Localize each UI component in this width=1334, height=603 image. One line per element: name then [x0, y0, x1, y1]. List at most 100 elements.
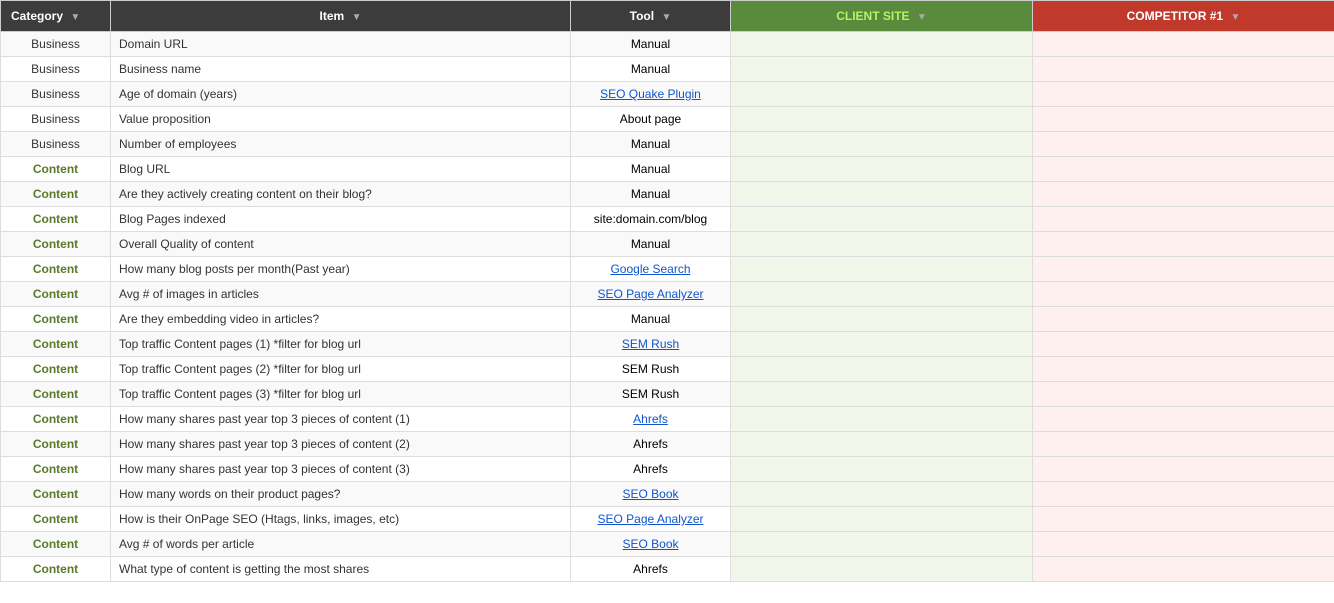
tool-filter-icon[interactable]: ▼: [661, 12, 671, 23]
tool-cell: About page: [571, 107, 731, 132]
tool-cell: SEM Rush: [571, 357, 731, 382]
category-cell: Content: [1, 282, 111, 307]
category-cell: Content: [1, 307, 111, 332]
item-cell: Top traffic Content pages (1) *filter fo…: [111, 332, 571, 357]
tool-cell: Manual: [571, 132, 731, 157]
table-row: BusinessDomain URLManual: [1, 32, 1334, 57]
tool-link[interactable]: SEO Page Analyzer: [597, 287, 703, 301]
item-cell: Are they actively creating content on th…: [111, 182, 571, 207]
item-cell: Avg # of words per article: [111, 532, 571, 557]
table-row: BusinessBusiness nameManual: [1, 57, 1334, 82]
tool-cell[interactable]: Ahrefs: [571, 407, 731, 432]
client-cell: [731, 282, 1033, 307]
tool-cell[interactable]: SEO Book: [571, 482, 731, 507]
tool-link[interactable]: SEO Book: [622, 537, 678, 551]
client-cell: [731, 407, 1033, 432]
client-header: CLIENT Site ▼: [731, 1, 1033, 32]
item-cell: Business name: [111, 57, 571, 82]
client-cell: [731, 157, 1033, 182]
table-row: ContentWhat type of content is getting t…: [1, 557, 1334, 582]
table-row: ContentHow many words on their product p…: [1, 482, 1334, 507]
competitor-cell: [1033, 482, 1334, 507]
item-cell: Blog URL: [111, 157, 571, 182]
table-row: ContentBlog Pages indexedsite:domain.com…: [1, 207, 1334, 232]
item-cell: How many words on their product pages?: [111, 482, 571, 507]
category-cell: Content: [1, 157, 111, 182]
competitor-header: COMPETITOR #1 ▼: [1033, 1, 1334, 32]
client-cell: [731, 432, 1033, 457]
tool-link[interactable]: Ahrefs: [633, 412, 668, 426]
table-row: ContentAre they embedding video in artic…: [1, 307, 1334, 332]
category-cell: Business: [1, 107, 111, 132]
table-row: ContentTop traffic Content pages (1) *fi…: [1, 332, 1334, 357]
item-cell: How many shares past year top 3 pieces o…: [111, 457, 571, 482]
tool-link[interactable]: Google Search: [610, 262, 690, 276]
competitor-filter-icon[interactable]: ▼: [1230, 12, 1240, 23]
competitor-cell: [1033, 182, 1334, 207]
tool-cell[interactable]: SEO Book: [571, 532, 731, 557]
item-cell: How is their OnPage SEO (Htags, links, i…: [111, 507, 571, 532]
tool-header: Tool ▼: [571, 1, 731, 32]
client-cell: [731, 82, 1033, 107]
tool-cell[interactable]: SEO Quake Plugin: [571, 82, 731, 107]
item-cell: Avg # of images in articles: [111, 282, 571, 307]
client-cell: [731, 507, 1033, 532]
tool-link[interactable]: SEM Rush: [622, 337, 679, 351]
competitor-cell: [1033, 132, 1334, 157]
tool-cell[interactable]: SEO Page Analyzer: [571, 282, 731, 307]
competitor-cell: [1033, 32, 1334, 57]
client-cell: [731, 257, 1033, 282]
client-cell: [731, 382, 1033, 407]
competitor-cell: [1033, 382, 1334, 407]
client-cell: [731, 532, 1033, 557]
category-cell: Content: [1, 532, 111, 557]
tool-cell: Manual: [571, 157, 731, 182]
client-filter-icon[interactable]: ▼: [917, 12, 927, 23]
client-cell: [731, 232, 1033, 257]
item-cell: Value proposition: [111, 107, 571, 132]
tool-cell: Manual: [571, 232, 731, 257]
item-cell: Overall Quality of content: [111, 232, 571, 257]
category-cell: Business: [1, 57, 111, 82]
client-cell: [731, 32, 1033, 57]
competitor-cell: [1033, 107, 1334, 132]
client-cell: [731, 482, 1033, 507]
tool-cell[interactable]: Google Search: [571, 257, 731, 282]
tool-cell[interactable]: SEM Rush: [571, 332, 731, 357]
client-cell: [731, 307, 1033, 332]
table-row: ContentAre they actively creating conten…: [1, 182, 1334, 207]
item-filter-icon[interactable]: ▼: [352, 12, 362, 23]
category-cell: Business: [1, 32, 111, 57]
table-row: ContentTop traffic Content pages (2) *fi…: [1, 357, 1334, 382]
tool-link[interactable]: SEO Book: [622, 487, 678, 501]
client-cell: [731, 182, 1033, 207]
competitor-cell: [1033, 307, 1334, 332]
category-cell: Content: [1, 182, 111, 207]
item-cell: Top traffic Content pages (2) *filter fo…: [111, 357, 571, 382]
tool-cell: SEM Rush: [571, 382, 731, 407]
item-cell: Domain URL: [111, 32, 571, 57]
tool-cell[interactable]: SEO Page Analyzer: [571, 507, 731, 532]
tool-link[interactable]: SEO Quake Plugin: [600, 87, 701, 101]
table-row: ContentAvg # of images in articles SEO Pa…: [1, 282, 1334, 307]
table-row: ContentHow many shares past year top 3 p…: [1, 432, 1334, 457]
item-cell: Number of employees: [111, 132, 571, 157]
client-cell: [731, 557, 1033, 582]
competitor-cell: [1033, 357, 1334, 382]
category-filter-icon[interactable]: ▼: [70, 12, 80, 23]
category-cell: Business: [1, 132, 111, 157]
client-cell: [731, 357, 1033, 382]
category-cell: Content: [1, 407, 111, 432]
tool-link[interactable]: SEO Page Analyzer: [597, 512, 703, 526]
table-row: ContentHow many shares past year top 3 p…: [1, 457, 1334, 482]
item-cell: Blog Pages indexed: [111, 207, 571, 232]
tool-cell: Ahrefs: [571, 457, 731, 482]
competitor-cell: [1033, 432, 1334, 457]
item-cell: Age of domain (years): [111, 82, 571, 107]
category-cell: Content: [1, 332, 111, 357]
tool-cell: Ahrefs: [571, 557, 731, 582]
competitor-cell: [1033, 57, 1334, 82]
tool-cell: Manual: [571, 57, 731, 82]
client-cell: [731, 57, 1033, 82]
item-cell: Are they embedding video in articles?: [111, 307, 571, 332]
